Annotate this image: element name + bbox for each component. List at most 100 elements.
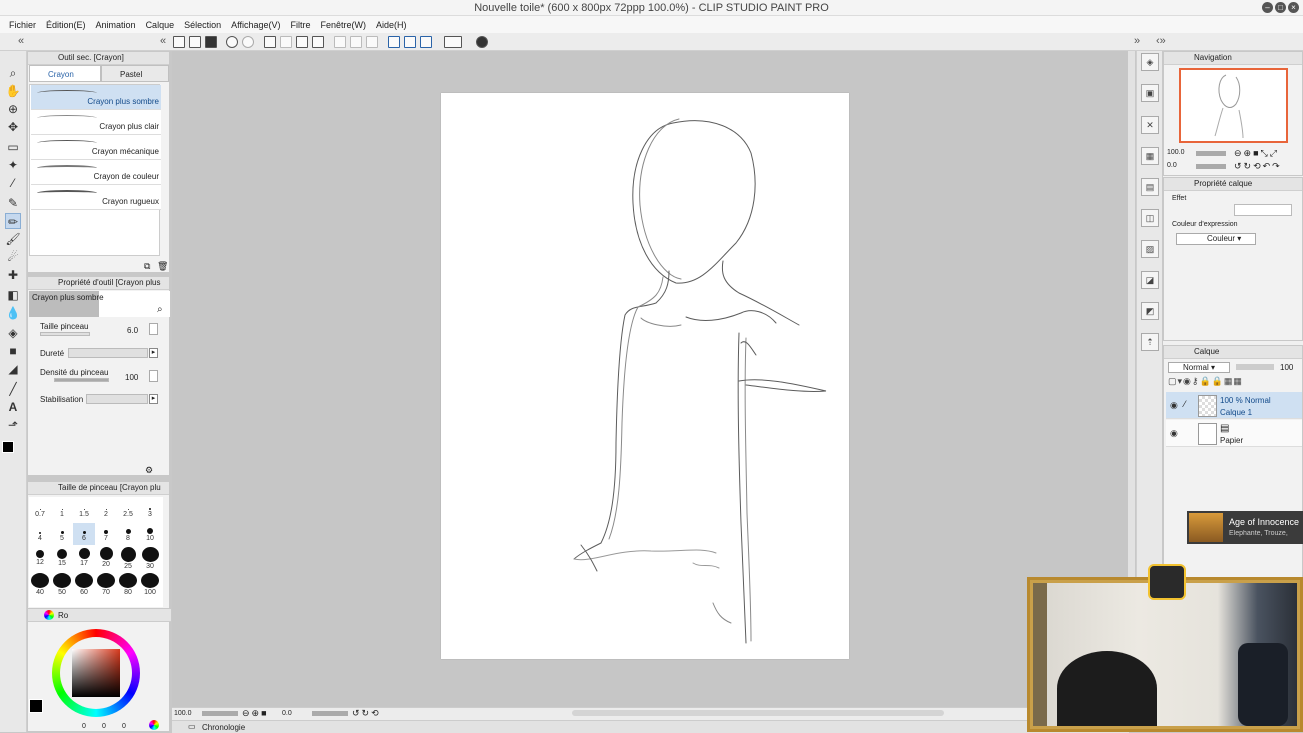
color-wheel-tab-icon[interactable]	[44, 610, 54, 620]
panel-toggle-icon[interactable]: ▦	[1141, 147, 1159, 165]
timeline-label[interactable]: Chronologie	[202, 723, 245, 732]
scale-icon[interactable]	[312, 36, 324, 48]
selection-icon[interactable]: ▭	[5, 139, 21, 155]
size-option[interactable]: 10	[139, 523, 161, 545]
nav-zoom-slider[interactable]	[1196, 151, 1226, 156]
menu-filtre[interactable]: Filtre	[285, 20, 315, 30]
menu-calque[interactable]: Calque	[141, 20, 180, 30]
canvas-paper[interactable]	[441, 93, 849, 659]
size-option[interactable]: 5	[51, 523, 73, 545]
expand-right-icon[interactable]: »	[1134, 35, 1140, 47]
panel-toggle-icon[interactable]: ◪	[1141, 271, 1159, 289]
brush-item[interactable]: Crayon mécanique	[31, 135, 161, 160]
size-option[interactable]: 20	[95, 547, 117, 569]
timeline-icon[interactable]: ▭	[188, 722, 196, 731]
open-icon[interactable]	[189, 36, 201, 48]
panel-toggle-icon[interactable]: ▨	[1141, 240, 1159, 258]
figure-icon[interactable]: ◢	[5, 361, 21, 377]
size-option[interactable]: 30	[139, 547, 161, 570]
save-icon[interactable]	[205, 36, 217, 48]
size-option[interactable]: 100	[139, 573, 161, 596]
blend-icon[interactable]: 💧	[5, 305, 21, 321]
tab-crayon[interactable]: Crayon	[29, 65, 101, 82]
collapse-left-icon[interactable]: «	[160, 35, 166, 47]
zoom-buttons[interactable]: ⊖⊕■	[242, 708, 269, 719]
expression-color-dropdown[interactable]: Couleur ▾	[1176, 233, 1256, 245]
stabilization-expand-icon[interactable]: ▸	[149, 394, 158, 404]
undo-icon[interactable]	[226, 36, 238, 48]
opacity-value[interactable]: 100	[1280, 363, 1293, 372]
nav-zoom-buttons[interactable]: ⊖⊕■⤡⤢	[1234, 148, 1298, 158]
decoration-icon[interactable]: ✚	[5, 267, 21, 283]
tab-pastel[interactable]: Pastel	[101, 65, 169, 82]
rotate-buttons[interactable]: ↺↻⟲	[352, 708, 381, 719]
new-canvas-icon[interactable]	[173, 36, 185, 48]
pencil-icon[interactable]: ✏	[5, 213, 21, 229]
size-option[interactable]: 17	[73, 547, 95, 569]
brush-icon[interactable]: 🖌	[5, 231, 21, 247]
menu-fichier[interactable]: Fichier	[4, 20, 41, 30]
clear-layer-icon[interactable]	[350, 36, 362, 48]
size-option[interactable]: 8	[117, 523, 139, 545]
saturation-square[interactable]	[72, 649, 120, 697]
nav-zoom-value[interactable]: 100.0	[1167, 149, 1185, 156]
snap-perspective-icon[interactable]	[420, 36, 432, 48]
zoom-value[interactable]: 100.0	[174, 710, 192, 717]
panel-toggle-icon[interactable]: ◈	[1141, 53, 1159, 71]
transform-icon[interactable]	[296, 36, 308, 48]
density-slider[interactable]	[54, 378, 109, 382]
hand-icon[interactable]: ✋	[5, 83, 21, 99]
menu-aide[interactable]: Aide(H)	[371, 20, 412, 30]
density-value[interactable]: 100	[125, 373, 138, 382]
move-icon[interactable]: ✥	[5, 119, 21, 135]
size-option[interactable]: 2.5	[117, 499, 139, 521]
size-option[interactable]: 15	[51, 547, 73, 569]
size-option[interactable]: 1.5	[73, 499, 95, 521]
horizontal-scrollbar[interactable]	[572, 710, 944, 716]
auto-select-icon[interactable]: ✦	[5, 157, 21, 173]
expand-right-icon[interactable]: ‹»	[1156, 35, 1166, 47]
size-option[interactable]: 80	[117, 573, 139, 596]
size-option[interactable]: 2	[95, 499, 117, 521]
zoom-slider[interactable]	[202, 711, 238, 716]
fill-icon[interactable]	[334, 36, 346, 48]
brush-item[interactable]: Crayon de couleur	[31, 160, 161, 185]
opacity-slider[interactable]	[1236, 364, 1274, 370]
panel-toggle-icon[interactable]: ⇡	[1141, 333, 1159, 351]
airbrush-icon[interactable]: ☄	[5, 249, 21, 265]
hardness-selector[interactable]	[68, 348, 148, 358]
color-tab-label[interactable]: Ro	[58, 611, 68, 620]
gradient-icon[interactable]: ■	[5, 343, 21, 359]
new-subtool-icon[interactable]: ⧉	[144, 261, 150, 272]
size-option[interactable]: 0.7	[29, 499, 51, 521]
preview-zoom-icon[interactable]: ⌕	[157, 304, 163, 315]
menu-edition[interactable]: Édition(E)	[41, 20, 91, 30]
collapse-left-icon[interactable]: «	[18, 35, 24, 47]
eraser-icon[interactable]: ◧	[5, 287, 21, 303]
size-option-selected[interactable]: 6	[73, 523, 95, 545]
snap-grid-icon[interactable]	[404, 36, 416, 48]
menu-selection[interactable]: Sélection	[179, 20, 226, 30]
pen-icon[interactable]: ✎	[5, 195, 21, 211]
fill-tool-icon[interactable]: ◈	[5, 325, 21, 341]
size-option[interactable]: 50	[51, 573, 73, 596]
menu-animation[interactable]: Animation	[91, 20, 141, 30]
blend-mode-dropdown[interactable]: Normal ▾	[1168, 362, 1230, 373]
color-mode-icon[interactable]	[149, 720, 159, 730]
hardness-expand-icon[interactable]: ▸	[149, 348, 158, 358]
panel-toggle-icon[interactable]: ▣	[1141, 84, 1159, 102]
navigator-thumbnail[interactable]	[1179, 68, 1288, 143]
density-stepper[interactable]	[149, 370, 158, 382]
panel-toggle-icon[interactable]: ◩	[1141, 302, 1159, 320]
visibility-eye-icon[interactable]: ◉	[1170, 428, 1178, 439]
rotate-value[interactable]: 0.0	[282, 710, 292, 717]
panel-toggle-icon[interactable]: ✕	[1141, 116, 1159, 134]
size-option[interactable]: 60	[73, 573, 95, 596]
size-option[interactable]: 25	[117, 547, 139, 570]
snap-ruler-icon[interactable]	[388, 36, 400, 48]
clear-selection-icon[interactable]	[264, 36, 276, 48]
visibility-eye-icon[interactable]: ◉	[1170, 400, 1178, 411]
layer-toolbar[interactable]: ▢▾◉⚷🔒🔒▦▦	[1168, 376, 1298, 388]
correct-line-icon[interactable]: ⬏	[5, 417, 21, 433]
help-icon[interactable]	[476, 36, 488, 48]
